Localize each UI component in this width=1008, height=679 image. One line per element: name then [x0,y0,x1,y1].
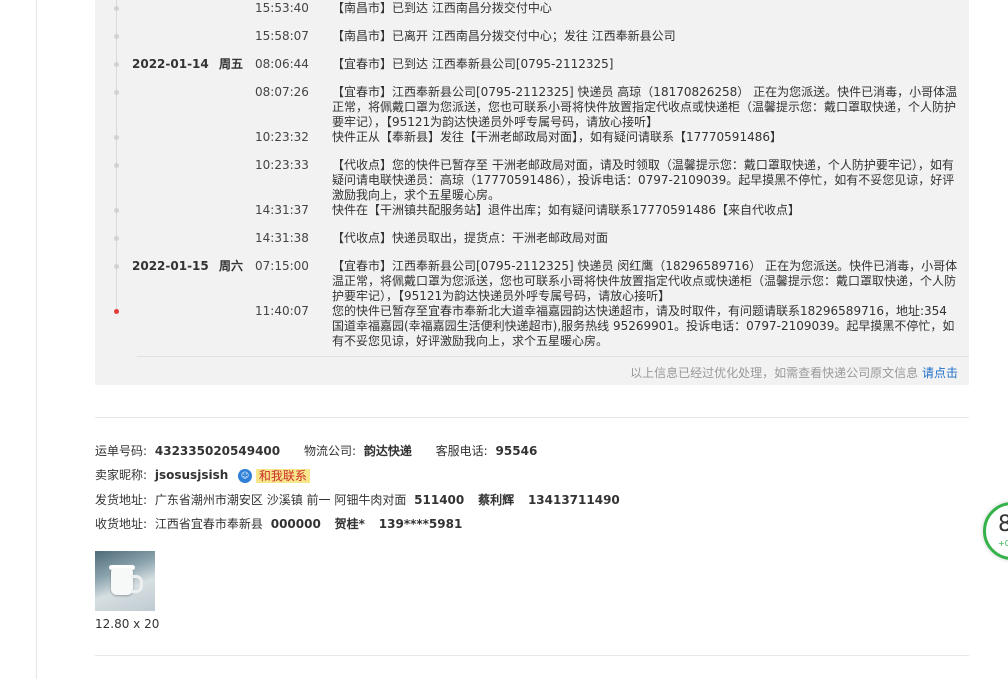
ship-to-phone: 139****5981 [378,517,463,531]
carrier-name: 韵达快递 [363,444,412,458]
carrier-label: 物流公司: [303,444,356,458]
mug-handle-shape [131,575,143,593]
timeline-dot [114,236,119,241]
tracking-time: 15:58:07 [255,29,309,43]
timeline-dot [114,264,119,269]
tracking-time: 08:06:44 [255,57,309,71]
badge-plus-icon: +0 [998,539,1008,548]
tracking-description: 【宜春市】已到达 江西奉新县公司[0795-2112325] [332,57,614,71]
bottom-divider [95,655,969,656]
tracking-weekday: 周六 [219,259,244,273]
tracking-description: 【宜春市】江西奉新县公司[0795-2112325] 快递员 闵红鹰（18296… [332,259,958,303]
tracking-description: 快件在【干洲镇共配服务站】退件出库；如有疑问请联系17770591486【来自代… [332,203,800,217]
tracking-time: 11:40:07 [255,304,309,318]
tracking-time: 14:31:37 [255,203,309,217]
tracking-time: 15:53:40 [255,1,309,15]
view-original-link[interactable]: 请点击 [922,366,958,380]
seller-row: 卖家昵称: jsosusjsish ☺ 和我联系 [95,467,310,483]
section-divider [95,417,969,418]
ship-to-label: 收货地址: [95,517,148,531]
tracking-time: 10:23:32 [255,130,309,144]
left-border [36,0,37,679]
seller-nickname: jsosusjsish [154,468,229,482]
contact-me-link[interactable]: 和我联系 [255,468,310,483]
tracking-time: 10:23:33 [255,158,309,172]
tracking-description: 快件正从【奉新县】发往【干洲老邮政局对面】，如有疑问请联系【1777059148… [332,130,782,144]
panel-divider [137,356,969,357]
ship-from-name: 蔡利辉 [478,493,515,507]
ship-from-row: 发货地址: 广东省潮州市潮安区 沙溪镇 前一 阿钿牛肉对面 511400 蔡利辉… [95,492,620,508]
tracking-date: 2022-01-14 [132,57,209,71]
tracking-time: 08:07:26 [255,85,309,99]
product-thumbnail[interactable] [95,551,155,611]
tracking-time: 14:31:38 [255,231,309,245]
timeline-dot [114,6,119,11]
service-phone: 95546 [495,444,538,458]
ship-to-row: 收货地址: 江西省宜春市奉新县 000000 贺桂* 139****5981 [95,516,462,532]
ship-to-name: 贺桂* [334,517,365,531]
waybill-number: 432335020549400 [154,444,281,458]
waybill-label: 运单号码: [95,444,148,458]
timeline-dot [114,34,119,39]
service-phone-label: 客服电话: [435,444,488,458]
ship-from-label: 发货地址: [95,493,148,507]
badge-number: 8 [998,512,1008,537]
timeline-dot-current [114,309,119,314]
chat-icon[interactable]: ☺ [238,468,253,483]
product-price-qty: 12.80 x 20 [95,617,160,631]
timeline-dot [114,208,119,213]
tracking-description: 【南昌市】已到达 江西南昌分拨交付中心 [332,1,552,15]
ship-from-phone: 13413711490 [527,493,620,507]
floating-score-badge[interactable]: 8 +0 [983,502,1008,560]
ship-to-address: 江西省宜春市奉新县 [154,517,263,531]
tracking-description: 【代收点】您的快件已暂存至 干洲老邮政局对面，请及时领取（温馨提示您：戴口罩取快… [332,158,955,202]
seller-label: 卖家昵称: [95,468,148,482]
ship-from-zip: 511400 [414,493,465,507]
timeline-dot [114,135,119,140]
ship-from-address: 广东省潮州市潮安区 沙溪镇 前一 阿钿牛肉对面 [154,493,407,507]
optimized-note: 以上信息已经过优化处理，如需查看快递公司原文信息 请点击 [630,364,958,381]
tracking-description: 您的快件已暂存至宜春市奉新北大道幸福嘉园韵达快递超市，请及时取件，有问题请联系1… [332,304,955,348]
timeline-dot [114,163,119,168]
tracking-description: 【宜春市】江西奉新县公司[0795-2112325] 快递员 高琼（181708… [332,85,958,129]
tracking-description: 【代收点】快递员取出，提货点：干洲老邮政局对面 [332,231,609,245]
timeline-dot [114,62,119,67]
tracking-date: 2022-01-15 [132,259,209,273]
tracking-time: 07:15:00 [255,259,309,273]
timeline-dot [114,90,119,95]
tracking-description: 【南昌市】已离开 江西南昌分拨交付中心；发往 江西奉新县公司 [332,29,676,43]
shipment-info-row: 运单号码: 432335020549400 物流公司: 韵达快递 客服电话: 9… [95,443,537,459]
mug-shape [111,569,133,595]
ship-to-zip: 000000 [270,517,321,531]
tracking-panel: 15:53:40 【南昌市】已到达 江西南昌分拨交付中心 15:58:07 【南昌市】… [95,0,969,385]
tracking-weekday: 周五 [219,57,244,71]
optimized-note-text: 以上信息已经过优化处理，如需查看快递公司原文信息 [630,366,919,380]
